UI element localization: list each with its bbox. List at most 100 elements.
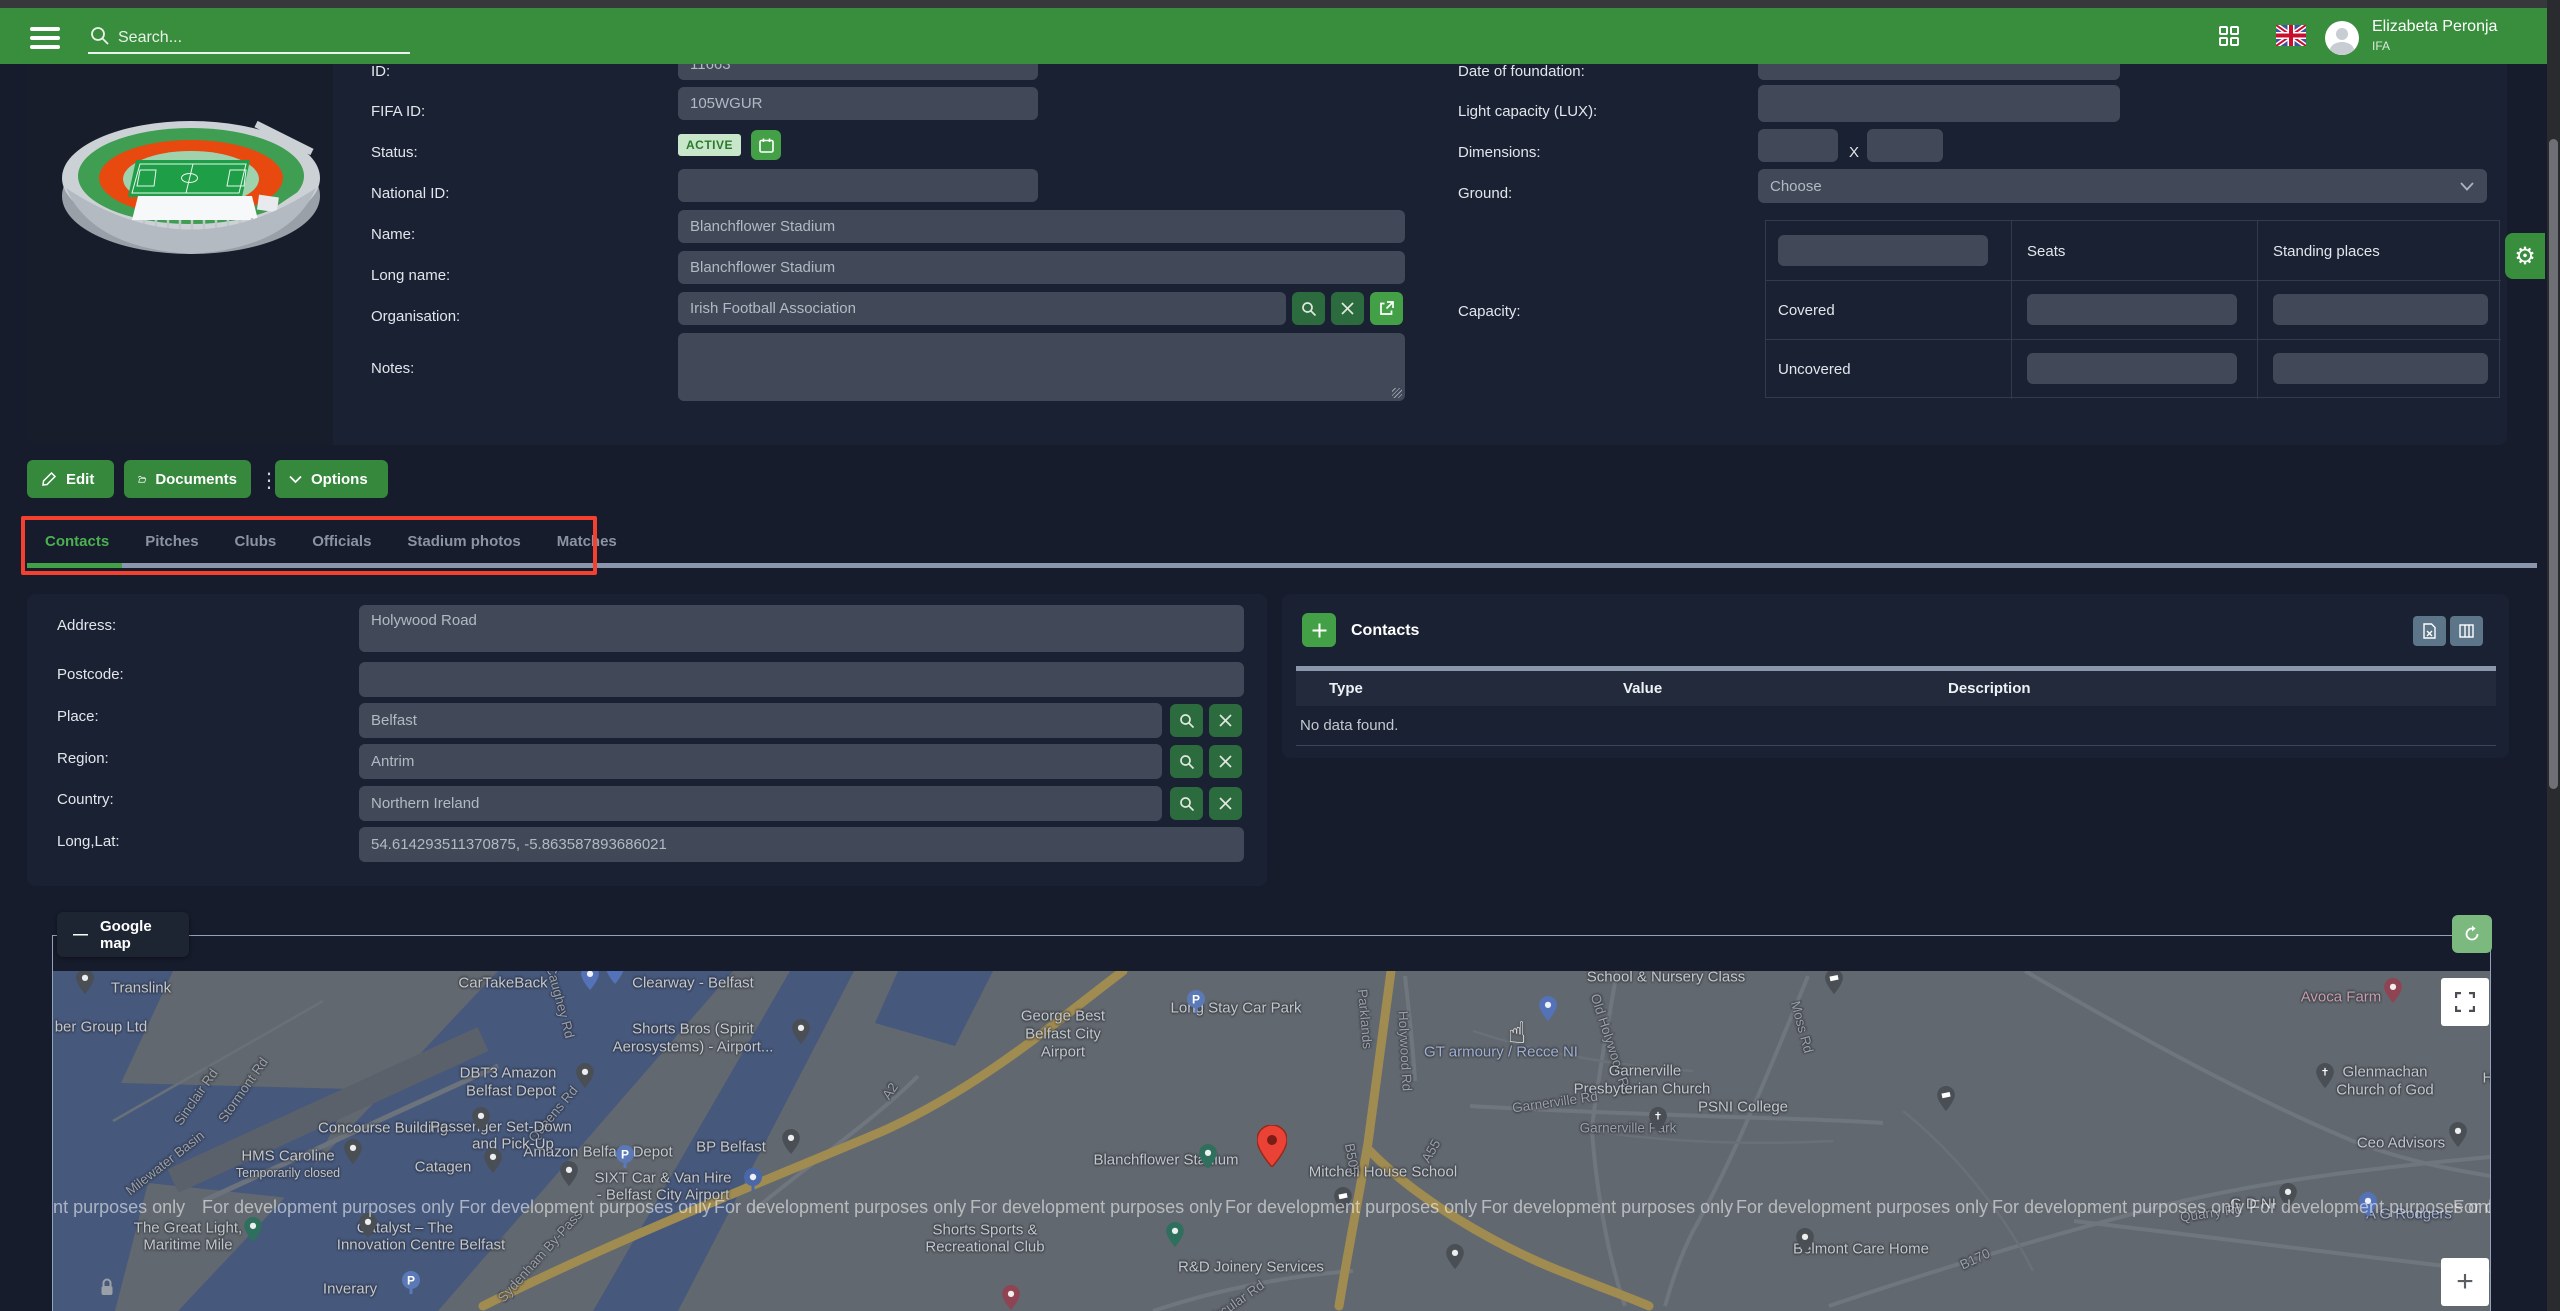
- google-map[interactable]: Translinkber Group LtdSinclair RdStormon…: [53, 971, 2490, 1311]
- notes-textarea[interactable]: [678, 333, 1405, 401]
- contacts-panel: Contacts Type Value Description No data …: [1282, 594, 2509, 758]
- google-map-legend[interactable]: — Google map: [57, 912, 189, 957]
- search-icon: [1179, 796, 1195, 812]
- ground-select[interactable]: Choose: [1758, 169, 2487, 203]
- longlat-input[interactable]: 54.614293511370875, -5.863587893686021: [359, 827, 1244, 862]
- search-input[interactable]: Search...: [118, 29, 182, 47]
- settings-panel-button[interactable]: ⚙: [2505, 233, 2545, 279]
- map-marker-dark[interactable]: [576, 1063, 594, 1093]
- dimensions-label: Dimensions:: [1458, 144, 1541, 161]
- map-marker-dark[interactable]: [484, 1148, 502, 1178]
- map-marker-pcircle[interactable]: P: [1186, 990, 1206, 1019]
- organisation-clear-button[interactable]: [1331, 292, 1364, 325]
- map-marker-dark[interactable]: [472, 1107, 490, 1137]
- apps-grid-icon[interactable]: [2218, 25, 2240, 47]
- map-marker-dark[interactable]: [76, 971, 94, 999]
- columns-toggle-button[interactable]: [2450, 616, 2483, 646]
- place-clear-button[interactable]: [1209, 704, 1242, 737]
- long-name-input[interactable]: Blanchflower Stadium: [678, 251, 1405, 284]
- add-contact-button[interactable]: [1302, 613, 1336, 647]
- resize-handle[interactable]: [1392, 388, 1402, 398]
- map-label: Glenmachan: [2342, 1064, 2427, 1081]
- map-refresh-button[interactable]: [2452, 915, 2492, 953]
- edit-button[interactable]: Edit: [27, 460, 114, 498]
- map-marker-church[interactable]: ✝: [1649, 1107, 1667, 1137]
- covered-seats-input[interactable]: [2027, 294, 2237, 325]
- region-input[interactable]: Antrim: [359, 744, 1162, 779]
- country-clear-button[interactable]: [1209, 787, 1242, 820]
- country-input[interactable]: Northern Ireland: [359, 786, 1162, 821]
- map-marker-teal[interactable]: [1166, 1222, 1184, 1252]
- map-marker-blue[interactable]: [1539, 996, 1557, 1026]
- dimension-width-input[interactable]: [1758, 129, 1838, 162]
- country-search-button[interactable]: [1170, 787, 1203, 820]
- organisation-search-button[interactable]: [1292, 292, 1325, 325]
- map-marker-red[interactable]: [1257, 1125, 1287, 1172]
- map-marker-dark[interactable]: [2449, 1122, 2467, 1152]
- region-search-button[interactable]: [1170, 745, 1203, 778]
- map-marker-lock[interactable]: [100, 1278, 115, 1301]
- light-capacity-input[interactable]: [1758, 85, 2120, 122]
- map-marker-dark[interactable]: [792, 1019, 810, 1049]
- empty-table-message: No data found.: [1300, 717, 1398, 734]
- capacity-total-input[interactable]: [1778, 235, 1988, 266]
- map-marker-dark[interactable]: [1796, 1228, 1814, 1258]
- map-marker-teal[interactable]: [1199, 1144, 1217, 1174]
- map-marker-school[interactable]: [1937, 1086, 1955, 1116]
- address-input[interactable]: Holywood Road: [359, 605, 1244, 652]
- place-search-button[interactable]: [1170, 704, 1203, 737]
- uncovered-standing-input[interactable]: [2273, 353, 2488, 384]
- uk-flag-icon[interactable]: [2276, 25, 2306, 46]
- postcode-input[interactable]: [359, 662, 1244, 697]
- map-marker-dark[interactable]: [344, 1139, 362, 1169]
- map-marker-blue[interactable]: [581, 971, 599, 995]
- map-marker-church[interactable]: ✝: [2316, 1063, 2334, 1093]
- place-input[interactable]: Belfast: [359, 703, 1162, 738]
- page-scrollbar-thumb[interactable]: [2549, 139, 2558, 789]
- capacity-col-standing: Standing places: [2273, 243, 2380, 260]
- user-info[interactable]: Elizabeta Peronja IFA: [2372, 18, 2497, 53]
- map-fullscreen-button[interactable]: [2441, 978, 2489, 1026]
- contacts-table-header: Type Value Description: [1296, 671, 2496, 706]
- documents-button[interactable]: Documents: [124, 460, 251, 498]
- avatar[interactable]: [2325, 21, 2359, 55]
- map-marker-blue[interactable]: [606, 971, 624, 989]
- covered-standing-input[interactable]: [2273, 294, 2488, 325]
- map-marker-bluecircle[interactable]: [743, 1168, 763, 1197]
- organisation-open-button[interactable]: [1370, 292, 1403, 325]
- national-id-input[interactable]: [678, 169, 1038, 202]
- svg-text:✝: ✝: [1654, 1112, 1663, 1123]
- map-marker-pcircle[interactable]: P: [615, 1145, 635, 1174]
- map-zoom-in-button[interactable]: +: [2441, 1258, 2489, 1306]
- options-button[interactable]: Options: [275, 460, 388, 498]
- map-marker-pcircle[interactable]: P: [401, 1271, 421, 1300]
- organisation-input[interactable]: Irish Football Association: [678, 292, 1286, 325]
- svg-text:P: P: [407, 1274, 415, 1288]
- map-marker-maroon[interactable]: [1002, 1285, 1020, 1311]
- region-clear-button[interactable]: [1209, 745, 1242, 778]
- map-label: PSNI College: [1698, 1099, 1788, 1116]
- map-label: Shorts Bros (Spirit: [632, 1021, 754, 1038]
- map-watermark: For development purposes only: [714, 1197, 966, 1218]
- menu-button[interactable]: [30, 22, 60, 54]
- export-excel-button[interactable]: [2413, 616, 2446, 646]
- map-marker-school[interactable]: [1825, 971, 1843, 999]
- map-marker-maroon[interactable]: [2384, 978, 2402, 1008]
- svg-text:✝: ✝: [2321, 1068, 2330, 1079]
- dimension-height-input[interactable]: [1867, 129, 1943, 162]
- fifa-id-input[interactable]: 105WGUR: [678, 87, 1038, 120]
- name-input[interactable]: Blanchflower Stadium: [678, 210, 1405, 243]
- collapse-icon[interactable]: —: [73, 926, 88, 943]
- uncovered-seats-input[interactable]: [2027, 353, 2237, 384]
- region-label: Region:: [57, 750, 109, 767]
- map-marker-teal[interactable]: [244, 1217, 262, 1247]
- map-label: Temporarily closed: [236, 1166, 340, 1180]
- capacity-table: Seats Standing places Covered Uncovered: [1765, 220, 2500, 398]
- map-marker-dark[interactable]: [1446, 1244, 1464, 1274]
- map-marker-dark[interactable]: [560, 1161, 578, 1191]
- stadium-image-panel: [27, 0, 333, 445]
- table-columns-icon: [2459, 624, 2474, 638]
- map-watermark: For development purposes only: [970, 1197, 1222, 1218]
- status-history-button[interactable]: [751, 130, 781, 160]
- map-marker-dark[interactable]: [782, 1129, 800, 1159]
